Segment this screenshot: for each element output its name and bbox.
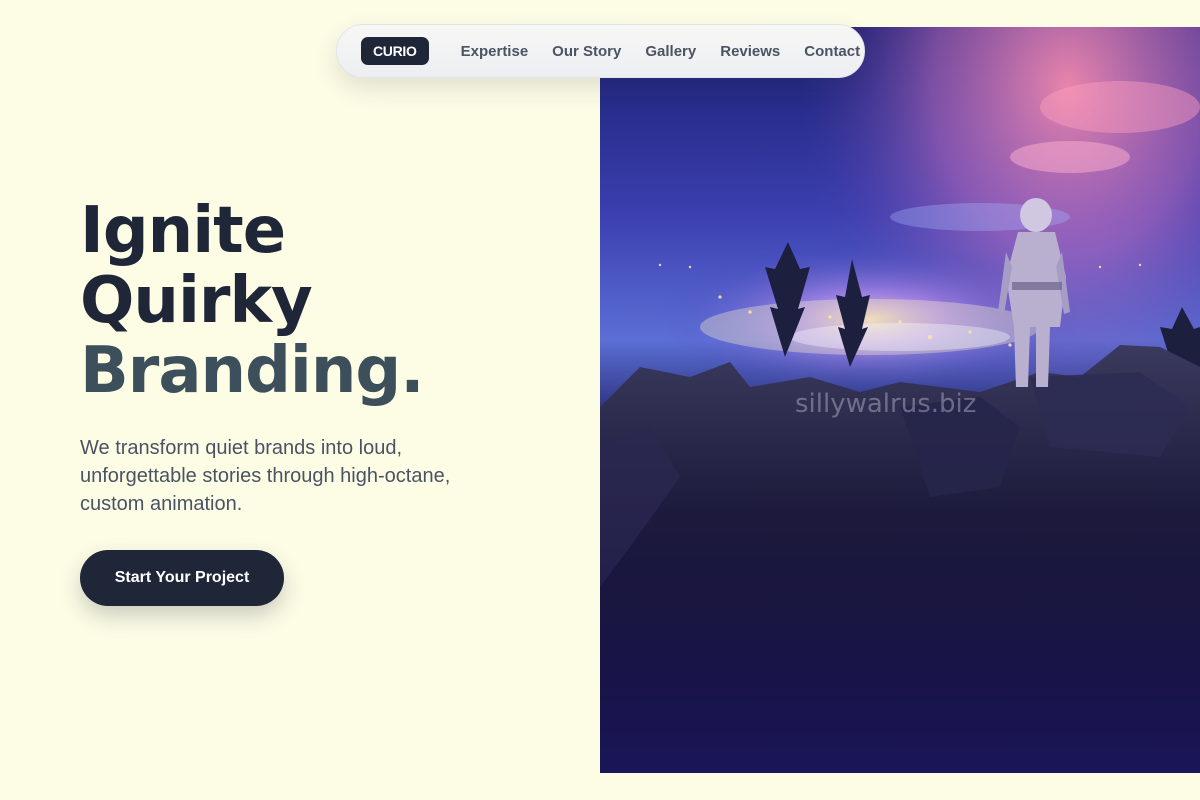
watermark: sillywalrus.biz <box>795 389 977 419</box>
logo[interactable]: CURIO <box>361 37 429 65</box>
hero-image: sillywalrus.biz <box>600 27 1200 773</box>
nav-link-expertise[interactable]: Expertise <box>461 43 529 60</box>
headline-line-3: Branding. <box>80 334 425 408</box>
hero-subtext: We transform quiet brands into loud, unf… <box>80 437 451 515</box>
headline-line-1: Ignite <box>80 194 286 268</box>
nav-link-reviews[interactable]: Reviews <box>720 43 780 60</box>
start-project-button[interactable]: Start Your Project <box>80 550 284 606</box>
hero-headline: Ignite Quirky Branding. <box>80 194 425 408</box>
headline-line-2: Quirky <box>80 264 313 338</box>
nav-link-our-story[interactable]: Our Story <box>552 43 621 60</box>
nav-link-gallery[interactable]: Gallery <box>645 43 696 60</box>
nav-links: Expertise Our Story Gallery Reviews Cont… <box>461 43 861 60</box>
nav-link-contact[interactable]: Contact <box>804 43 860 60</box>
top-nav: CURIO Expertise Our Story Gallery Review… <box>336 24 865 78</box>
